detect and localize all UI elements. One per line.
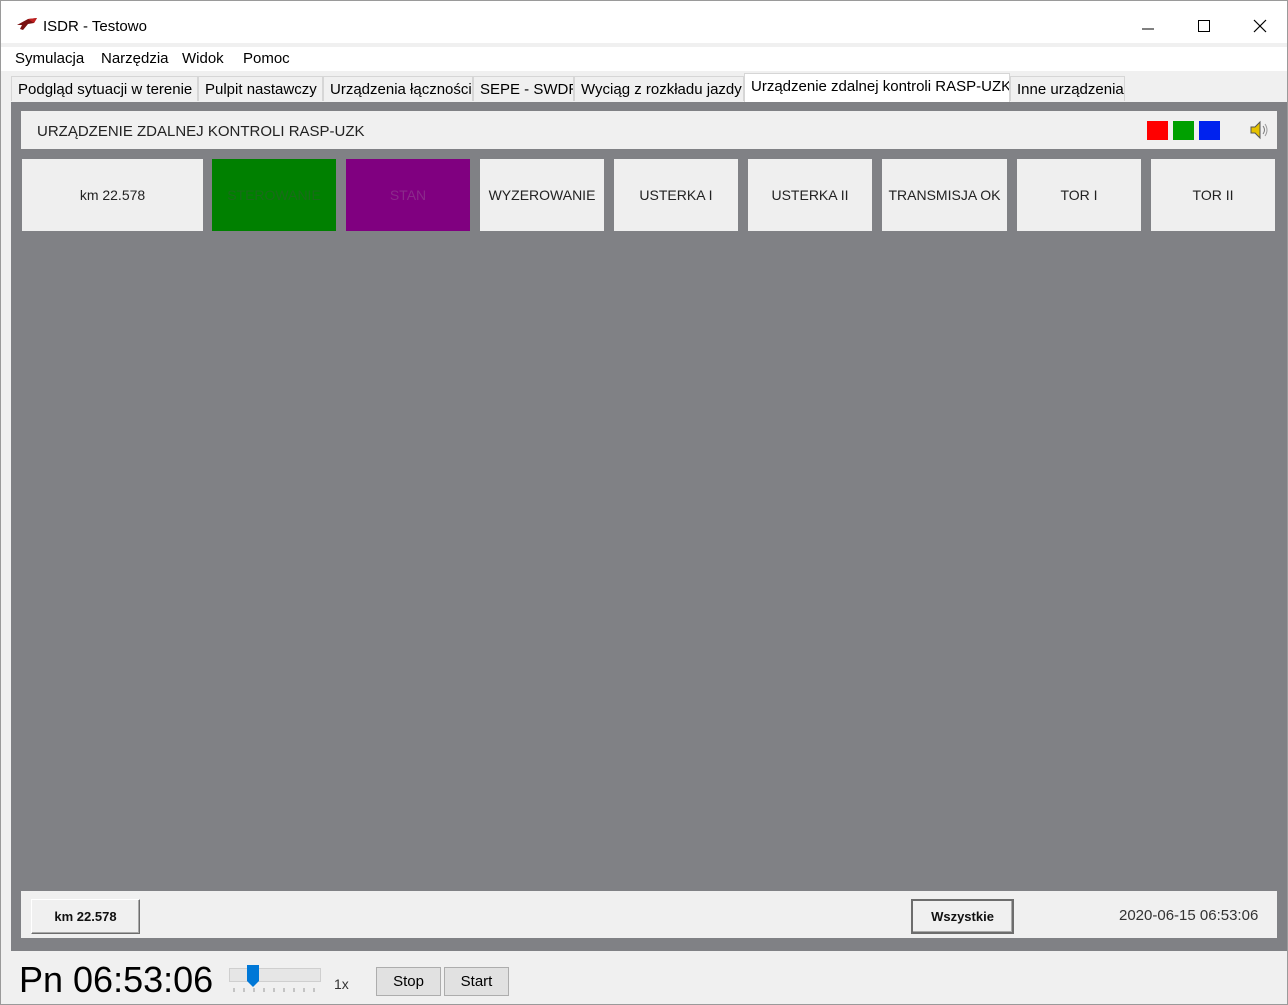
tor-2-button[interactable]: TOR II [1151, 159, 1275, 231]
close-icon [1253, 19, 1267, 33]
slider-track[interactable] [229, 968, 321, 982]
close-button[interactable] [1237, 9, 1283, 43]
start-button[interactable]: Start [444, 967, 509, 996]
tab-sepe-swdr[interactable]: SEPE - SWDR [473, 76, 574, 101]
maximize-icon [1198, 20, 1210, 32]
usterka-2-button[interactable]: USTERKA II [748, 159, 872, 231]
usterka-1-button[interactable]: USTERKA I [614, 159, 738, 231]
tab-urzadzenie-zdalnej-kontroli[interactable]: Urządzenie zdalnej kontroli RASP-UZK [744, 73, 1010, 102]
speed-slider[interactable] [227, 964, 323, 998]
stan-button[interactable]: STAN [346, 159, 470, 231]
panel-footer: km 22.578 Wszystkie 2020-06-15 06:53:06 [21, 891, 1277, 938]
tab-inne-urzadzenia[interactable]: Inne urządzenia [1010, 76, 1125, 101]
transmisja-ok-label: TRANSMISJA OK [888, 187, 1001, 203]
km-indicator-button[interactable]: km 22.578 [22, 159, 203, 231]
tor-1-label: TOR I [1060, 187, 1098, 203]
color-swatch-red[interactable] [1147, 121, 1168, 140]
window-title: ISDR - Testowo [43, 18, 147, 35]
menu-pomoc[interactable]: Pomoc [243, 50, 290, 67]
simulation-clock: Pn 06:53:06 [19, 959, 214, 1000]
slider-ticks [233, 988, 315, 992]
tab-pulpit-nastawczy[interactable]: Pulpit nastawczy [198, 76, 323, 101]
wyzerowanie-label: WYZEROWANIE [488, 187, 596, 203]
usterka-1-label: USTERKA I [639, 187, 713, 203]
color-swatch-blue[interactable] [1199, 121, 1220, 140]
minimize-icon [1142, 28, 1154, 30]
title-bar[interactable]: ISDR - Testowo [1, 1, 1287, 43]
tab-bar: Podgląd sytuacji w terenie Pulpit nastaw… [1, 73, 1287, 102]
speed-label: 1x [334, 976, 349, 992]
tab-podglad-sytuacji[interactable]: Podgląd sytuacji w terenie [11, 76, 198, 101]
color-swatch-green[interactable] [1173, 121, 1194, 140]
tor-2-label: TOR II [1192, 187, 1234, 203]
workspace-pane: URZĄDZENIE ZDALNEJ KONTROLI RASP-UZK km … [11, 102, 1287, 951]
menu-widok[interactable]: Widok [182, 50, 224, 67]
app-window: ISDR - Testowo Symulacja Narzędzia Widok… [0, 0, 1288, 1005]
speaker-muted-icon[interactable] [1249, 120, 1271, 140]
panel-title: URZĄDZENIE ZDALNEJ KONTROLI RASP-UZK [37, 123, 365, 140]
stan-label: STAN [389, 187, 427, 203]
tor-1-button[interactable]: TOR I [1017, 159, 1141, 231]
menu-symulacja[interactable]: Symulacja [15, 50, 84, 67]
maximize-button[interactable] [1181, 9, 1227, 43]
usterka-2-label: USTERKA II [771, 187, 849, 203]
km-indicator-label: km 22.578 [79, 187, 146, 203]
tab-urzadzenia-lacznosci[interactable]: Urządzenia łączności [323, 76, 473, 101]
sterowanie-label: STEROWANIE [227, 187, 321, 203]
panel-header: URZĄDZENIE ZDALNEJ KONTROLI RASP-UZK [21, 111, 1277, 149]
wszystkie-button[interactable]: Wszystkie [911, 899, 1014, 934]
slider-thumb[interactable] [246, 964, 260, 988]
footer-km-button[interactable]: km 22.578 [31, 899, 140, 934]
app-logo-icon [17, 18, 37, 30]
menu-narzedzia[interactable]: Narzędzia [101, 50, 169, 67]
datetime-readout: 2020-06-15 06:53:06 [1119, 907, 1259, 924]
wyzerowanie-button[interactable]: WYZEROWANIE [480, 159, 604, 231]
stop-button[interactable]: Stop [376, 967, 441, 996]
minimize-button[interactable] [1125, 9, 1171, 43]
transmisja-ok-button[interactable]: TRANSMISJA OK [882, 159, 1007, 231]
sterowanie-button[interactable]: STEROWANIE [212, 159, 336, 231]
tab-wyciag-z-rozkladu[interactable]: Wyciąg z rozkładu jazdy [574, 76, 744, 101]
menu-bar: Symulacja Narzędzia Widok Pomoc [1, 47, 1287, 71]
